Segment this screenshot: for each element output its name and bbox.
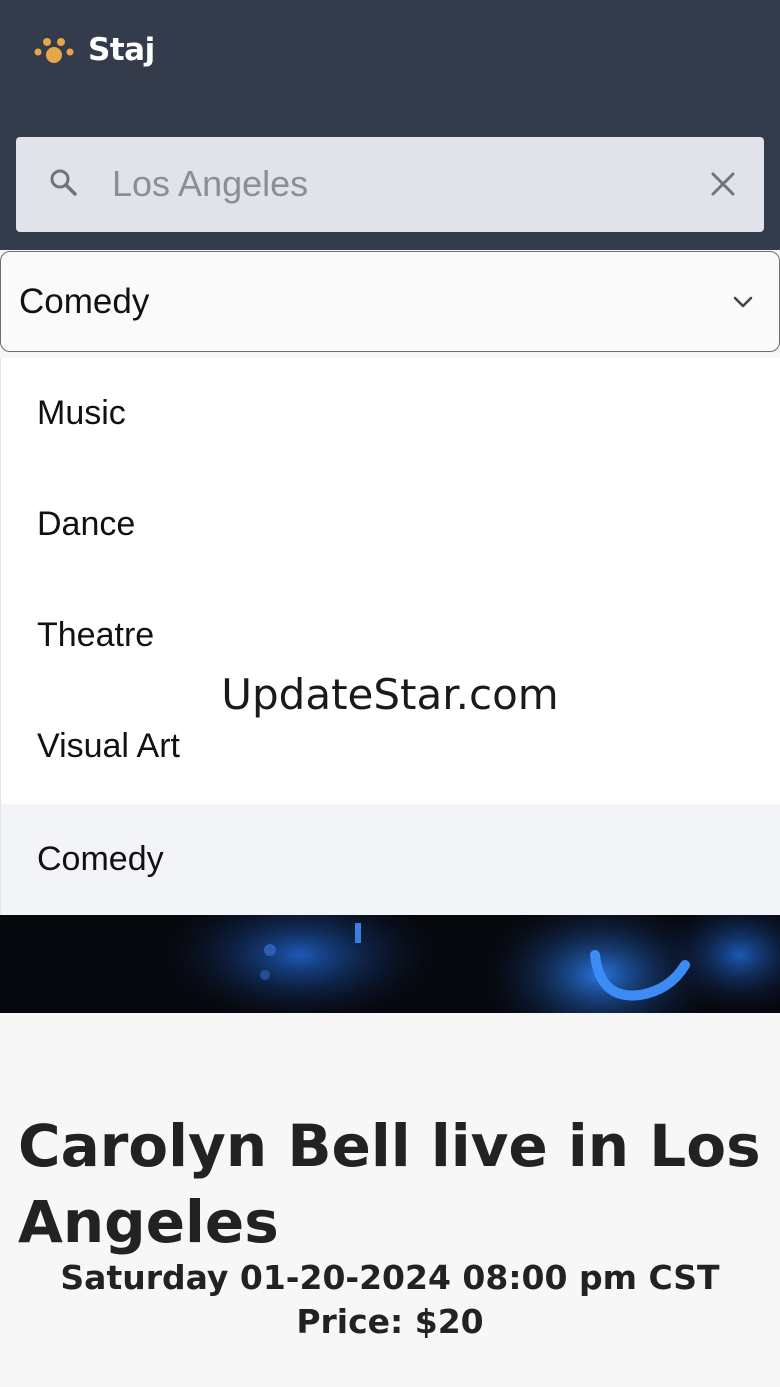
option-dance[interactable]: Dance [1, 469, 780, 580]
option-music[interactable]: Music [1, 358, 780, 469]
chevron-down-icon [733, 296, 753, 308]
search-icon [50, 169, 77, 196]
close-icon[interactable] [706, 167, 740, 201]
banner-photo [0, 915, 780, 1013]
event-title: Carolyn Bell live in Los Angeles [18, 1112, 761, 1256]
category-dropdown-menu: Music Dance Theatre Visual Art Comedy [0, 358, 780, 915]
category-select-value: Comedy [19, 282, 150, 321]
option-comedy[interactable]: Comedy [1, 804, 780, 915]
app-name: Staj [88, 32, 155, 68]
search-bar[interactable] [16, 137, 764, 232]
app-logo[interactable]: Staj [32, 30, 155, 70]
search-input[interactable] [112, 155, 672, 213]
app-header: Staj [0, 0, 780, 250]
category-select[interactable]: Comedy [0, 251, 780, 352]
paw-logo-icon [34, 38, 74, 63]
event-datetime: Saturday 01-20-2024 08:00 pm CST [60, 1258, 720, 1297]
option-theatre[interactable]: Theatre [1, 580, 780, 691]
event-banner-image[interactable] [0, 915, 780, 1013]
event-price: Price: $20 [296, 1302, 484, 1341]
option-visual-art[interactable]: Visual Art [1, 691, 780, 802]
